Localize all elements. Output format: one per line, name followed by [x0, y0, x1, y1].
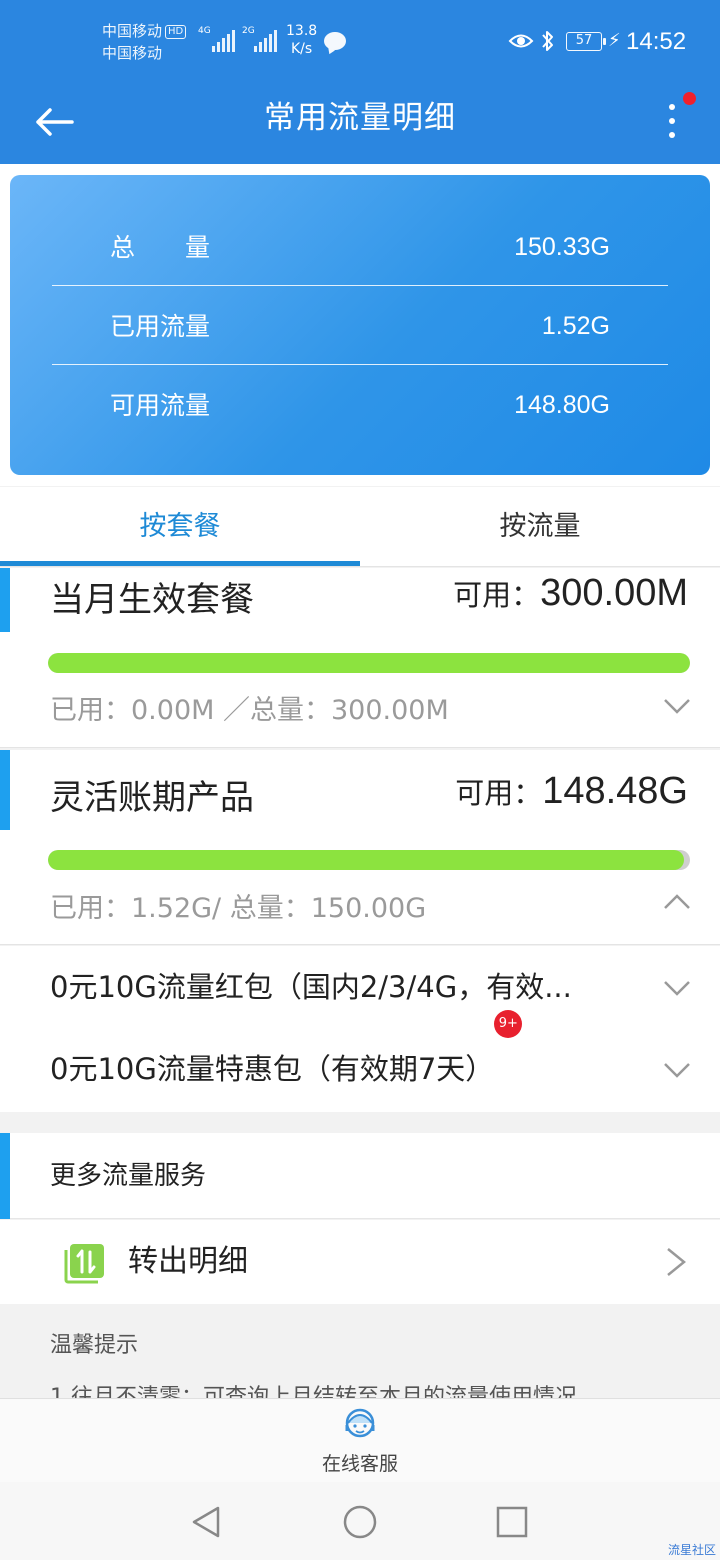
- package-available: 可用：148.48G: [455, 770, 688, 813]
- top-bar: 中国移动 HD 中国移动 4G 2G 13.8 K/s 57 ⚡ 14:52 常…: [0, 0, 720, 164]
- transfer-details-label: 转出明细: [128, 1244, 248, 1279]
- summary-section: 总 量 150.33G 已用流量 1.52G 可用流量 148.80G: [0, 164, 720, 486]
- customer-service-icon: [345, 1408, 375, 1438]
- sub-package-label: 0元10G流量红包（国内2/3/4G，有效...: [50, 970, 572, 1004]
- system-nav-bar: 流星社区: [0, 1482, 720, 1560]
- back-button[interactable]: [30, 98, 78, 146]
- more-services-header: 更多流量服务: [0, 1133, 720, 1219]
- progress-fill: [48, 850, 684, 870]
- package-available: 可用：300.00M: [453, 572, 688, 615]
- chevron-up-icon[interactable]: [662, 892, 692, 912]
- package-available-value: 148.48G: [542, 770, 688, 812]
- package-progress-bar: [48, 850, 690, 870]
- chevron-right-icon: [667, 1248, 686, 1276]
- app-header: 常用流量明细: [0, 82, 720, 164]
- summary-used-label: 已用流量: [110, 312, 211, 341]
- watermark: 流星社区: [667, 1543, 716, 1557]
- status-bar: 中国移动 HD 中国移动 4G 2G 13.8 K/s 57 ⚡ 14:52: [0, 0, 720, 82]
- view-tabs: 按套餐 按流量: [0, 487, 720, 567]
- package-usage: 已用：1.52G/ 总量：150.00G: [50, 893, 427, 924]
- summary-available-label: 可用流量: [110, 391, 211, 420]
- package-accent-bar: [0, 568, 10, 632]
- bottom-service-bar: 在线客服: [0, 1398, 720, 1482]
- status-time: 14:52: [626, 28, 687, 55]
- count-badge: 9+: [494, 1010, 523, 1038]
- tips-line: 1.往月不清零：可查询上月结转至本月的流量使用情况: [50, 1385, 577, 1400]
- transfer-icon: [64, 1244, 104, 1284]
- package-available-label: 可用：: [455, 776, 543, 810]
- transfer-details-row[interactable]: 转出明细: [0, 1220, 720, 1304]
- carrier-info: 中国移动 HD 中国移动: [102, 20, 187, 64]
- more-dot-icon: [669, 132, 675, 138]
- summary-divider: [52, 285, 668, 286]
- page-title: 常用流量明细: [264, 100, 456, 136]
- summary-available-row: 可用流量 148.80G: [52, 366, 668, 445]
- progress-fill: [48, 653, 690, 673]
- list-item[interactable]: 0元10G流量特惠包（有效期7天） 9+: [0, 1010, 720, 1112]
- package-accent-bar: [0, 750, 10, 830]
- charging-icon: ⚡: [608, 30, 621, 51]
- package-progress-bar: [48, 653, 690, 673]
- back-arrow-icon: [36, 108, 74, 136]
- tips-section: 温馨提示 1.往月不清零：可查询上月结转至本月的流量使用情况: [0, 1305, 720, 1400]
- package-name: 当月生效套餐: [50, 580, 254, 620]
- summary-available-value: 148.80G: [514, 391, 610, 419]
- more-dot-icon: [669, 118, 675, 124]
- more-services-title: 更多流量服务: [50, 1161, 207, 1191]
- net-speed-value: 13.8: [286, 23, 318, 39]
- chevron-down-icon[interactable]: [662, 696, 692, 716]
- hd-badge: HD: [165, 25, 187, 39]
- summary-used-row: 已用流量 1.52G: [52, 287, 668, 366]
- nav-recents-icon[interactable]: [492, 1502, 532, 1542]
- data-summary-card: 总 量 150.33G 已用流量 1.52G 可用流量 148.80G: [10, 175, 710, 475]
- list-item[interactable]: 0元10G流量红包（国内2/3/4G，有效...: [0, 946, 720, 1028]
- sub-package-text: 0元10G流量特惠包（有效期7天）: [50, 1052, 495, 1086]
- summary-total-row: 总 量 150.33G: [52, 208, 668, 287]
- sim2-signal-icon: 2G: [242, 26, 280, 52]
- package-card[interactable]: 灵活账期产品 可用：148.48G 已用：1.52G/ 总量：150.00G: [0, 750, 720, 945]
- more-dot-icon: [669, 104, 675, 110]
- sim2-network-label: 2G: [242, 26, 255, 36]
- message-notification-icon: [324, 32, 346, 50]
- package-usage: 已用：0.00M ／总量：300.00M: [50, 695, 449, 726]
- notification-dot: [683, 92, 696, 105]
- tips-title: 温馨提示: [50, 1333, 139, 1358]
- battery-icon: 57: [566, 32, 606, 51]
- package-available-label: 可用：: [453, 578, 541, 612]
- section-accent-bar: [0, 1133, 10, 1219]
- sub-package-label: 0元10G流量特惠包（有效期7天） 9+: [50, 1010, 523, 1110]
- online-service-button[interactable]: 在线客服: [310, 1399, 410, 1483]
- sim1-network-label: 4G: [198, 26, 211, 36]
- package-available-value: 300.00M: [540, 572, 688, 614]
- nav-back-icon[interactable]: [186, 1502, 226, 1542]
- tab-by-package[interactable]: 按套餐: [0, 487, 360, 567]
- bluetooth-icon: [542, 31, 553, 51]
- chevron-down-icon[interactable]: [662, 1060, 692, 1080]
- net-speed-unit: K/s: [290, 41, 313, 57]
- sim1-signal-icon: 4G: [198, 26, 236, 52]
- tab-by-flow[interactable]: 按流量: [360, 487, 720, 567]
- eye-comfort-icon: [508, 34, 534, 48]
- summary-divider: [52, 364, 668, 365]
- chevron-down-icon[interactable]: [662, 978, 692, 998]
- package-name: 灵活账期产品: [50, 778, 254, 818]
- net-speed: 13.8 K/s: [286, 22, 317, 58]
- package-card[interactable]: 当月生效套餐 可用：300.00M 已用：0.00M ／总量：300.00M: [0, 568, 720, 748]
- summary-total-value: 150.33G: [514, 233, 610, 261]
- online-service-label: 在线客服: [321, 1453, 398, 1475]
- carrier-1: 中国移动: [102, 22, 163, 40]
- active-tab-indicator: [0, 561, 360, 566]
- carrier-2: 中国移动: [102, 44, 163, 62]
- summary-used-value: 1.52G: [541, 312, 610, 340]
- nav-home-icon[interactable]: [340, 1502, 380, 1542]
- summary-total-label: 总 量: [110, 233, 211, 262]
